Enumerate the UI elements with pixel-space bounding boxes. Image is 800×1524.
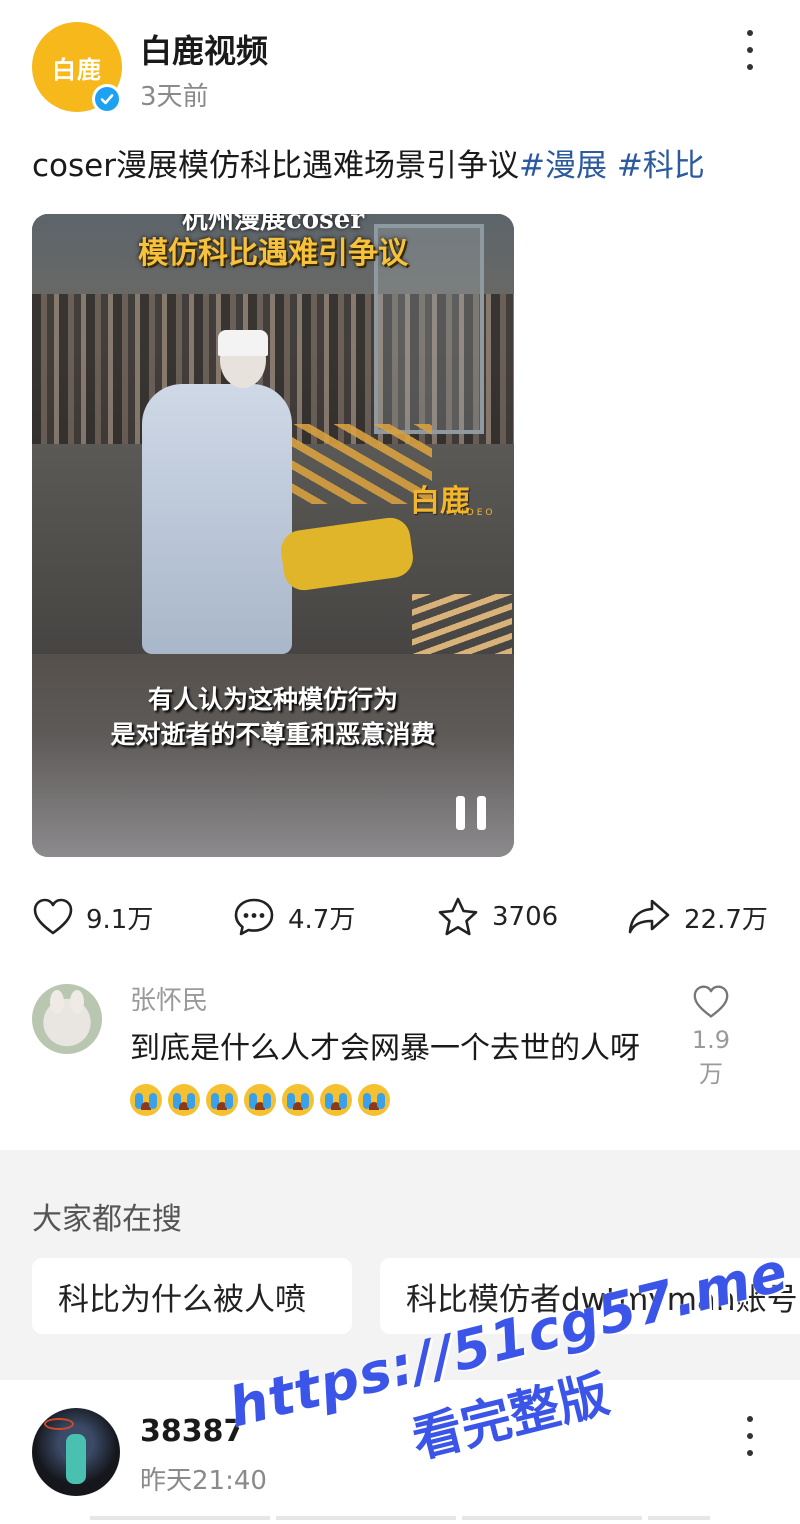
commenter-avatar[interactable] — [32, 984, 102, 1054]
crying-emoji-icon — [282, 1083, 314, 1116]
next-author-name[interactable]: 38387 — [140, 1414, 244, 1449]
hashtag-link[interactable]: #漫展 — [519, 148, 607, 184]
trending-query-chip[interactable]: 科比为什么被人喷 — [32, 1258, 352, 1334]
post-time: 3天前 — [140, 82, 209, 112]
trending-searches: 大家都在搜 科比为什么被人喷 科比模仿者dwtmyman账号 — [0, 1150, 800, 1380]
heart-icon — [33, 898, 73, 935]
video-title-line2: 模仿科比遇难引争议 — [138, 236, 408, 271]
share-button[interactable]: 22.7万 — [626, 890, 768, 944]
more-options-icon[interactable] — [738, 1416, 762, 1456]
favorite-button[interactable]: 3706 — [436, 890, 558, 944]
share-count: 22.7万 — [684, 904, 768, 935]
divider — [90, 1516, 710, 1520]
video-frame-figure-hat — [218, 330, 268, 356]
author-name[interactable]: 白鹿视频 — [140, 26, 268, 72]
next-post-time: 昨天21:40 — [140, 1466, 267, 1496]
comment-body: 到底是什么人才会网暴一个去世的人呀 — [130, 1031, 640, 1066]
share-icon — [628, 899, 670, 934]
video-subtitle-line1: 有人认为这种模仿行为 — [147, 685, 398, 714]
video-frame-figure — [142, 384, 292, 654]
comment-like-count: 1.9万 — [691, 1026, 731, 1088]
video-watermark-sub: VIDEO — [452, 508, 496, 518]
crying-emoji-row — [130, 1081, 396, 1116]
crying-emoji-icon — [320, 1083, 352, 1116]
top-comment: 张怀民 到底是什么人才会网暴一个去世的人呀 1.9万 — [0, 970, 800, 1120]
weibo-feed-page: 白鹿 白鹿视频 3天前 coser漫展模仿科比遇难场景引争议#漫展 #科比 杭州… — [0, 0, 800, 1524]
crying-emoji-icon — [244, 1083, 276, 1116]
post-text: coser漫展模仿科比遇难场景引争议#漫展 #科比 — [32, 144, 705, 188]
comment-text: 到底是什么人才会网暴一个去世的人呀 — [130, 1024, 650, 1124]
video-title-overlay: 杭州漫展coser 模仿科比遇难引争议 — [32, 214, 514, 274]
comment-button[interactable]: 4.7万 — [232, 890, 355, 944]
next-post-header: 38387 昨天21:40 — [0, 1390, 800, 1524]
pause-icon[interactable] — [456, 796, 486, 832]
verified-badge-icon — [92, 84, 122, 114]
favorite-count: 3706 — [492, 902, 559, 932]
crying-emoji-icon — [358, 1083, 390, 1116]
trending-query-chip[interactable]: 科比模仿者dwtmyman账号 — [380, 1258, 800, 1334]
commenter-name[interactable]: 张怀民 — [130, 980, 208, 1017]
video-subtitle-line2: 是对逝者的不尊重和恶意消费 — [110, 720, 436, 749]
next-author-avatar[interactable] — [32, 1408, 120, 1496]
comment-icon — [234, 898, 274, 936]
post-body-text: coser漫展模仿科比遇难场景引争议 — [32, 148, 519, 184]
video-subtitle: 有人认为这种模仿行为 是对逝者的不尊重和恶意消费 — [32, 682, 514, 752]
star-icon — [438, 897, 478, 936]
video-frame-props — [272, 424, 432, 504]
more-options-icon[interactable] — [738, 30, 762, 70]
like-button[interactable]: 9.1万 — [32, 890, 153, 944]
post-header: 白鹿 白鹿视频 3天前 — [0, 0, 800, 130]
comment-count: 4.7万 — [288, 904, 356, 935]
action-bar: 9.1万 4.7万 3706 22.7万 — [0, 890, 800, 944]
crying-emoji-icon — [168, 1083, 200, 1116]
heart-icon — [693, 985, 729, 1018]
trending-title: 大家都在搜 — [32, 1202, 182, 1237]
avatar-logo-text: 白鹿 — [52, 55, 102, 84]
hashtag-link[interactable]: #科比 — [617, 148, 705, 184]
like-count: 9.1万 — [86, 904, 154, 935]
video-title-line1: 杭州漫展coser — [181, 214, 365, 235]
crying-emoji-icon — [130, 1083, 162, 1116]
comment-like-button[interactable]: 1.9万 — [680, 984, 742, 1089]
video-frame-props — [412, 594, 512, 654]
video-player[interactable]: 杭州漫展coser 模仿科比遇难引争议 白鹿 VIDEO 有人认为这种模仿行为 … — [32, 214, 514, 857]
crying-emoji-icon — [206, 1083, 238, 1116]
